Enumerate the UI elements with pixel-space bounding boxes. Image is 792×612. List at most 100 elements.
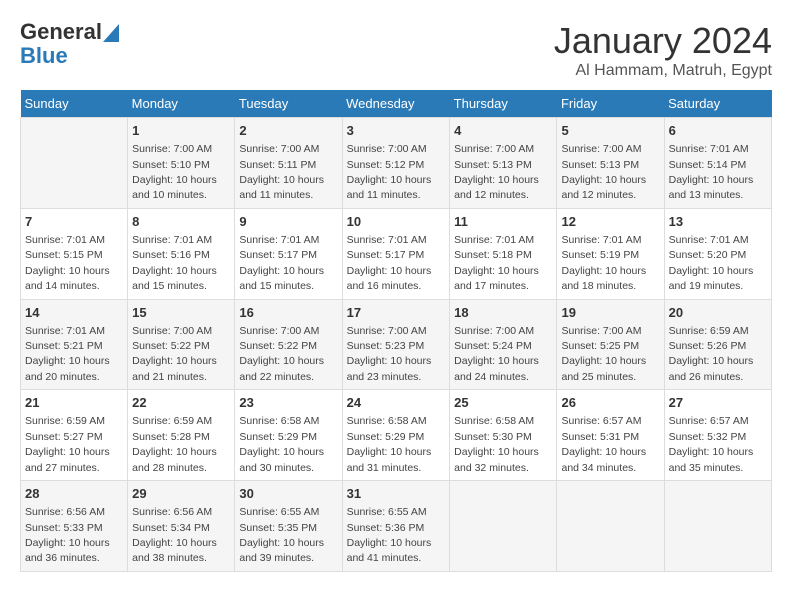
day-number: 16 — [239, 304, 337, 322]
day-number: 28 — [25, 485, 123, 503]
page-header: General Blue January 2024 Al Hammam, Mat… — [20, 20, 772, 80]
day-number: 27 — [669, 394, 767, 412]
calendar-header-row: SundayMondayTuesdayWednesdayThursdayFrid… — [21, 90, 772, 118]
calendar-cell: 30 Sunrise: 6:55 AMSunset: 5:35 PMDayligh… — [235, 481, 342, 572]
calendar-cell: 13 Sunrise: 7:01 AMSunset: 5:20 PMDayligh… — [664, 208, 771, 299]
calendar-cell: 12Sunrise: 7:01 AMSunset: 5:19 PMDayligh… — [557, 208, 664, 299]
day-info: Sunrise: 6:59 AMSunset: 5:26 PMDaylight:… — [669, 325, 754, 383]
day-info: Sunrise: 7:01 AMSunset: 5:17 PMDaylight:… — [239, 234, 324, 292]
header-sunday: Sunday — [21, 90, 128, 118]
calendar-cell — [21, 118, 128, 209]
calendar-cell: 26 Sunrise: 6:57 AMSunset: 5:31 PMDayligh… — [557, 390, 664, 481]
day-info: Sunrise: 7:00 AMSunset: 5:13 PMDaylight:… — [454, 143, 539, 201]
logo-icon — [103, 24, 119, 42]
title-block: January 2024 Al Hammam, Matruh, Egypt — [554, 20, 772, 80]
day-info: Sunrise: 7:01 AMSunset: 5:20 PMDaylight:… — [669, 234, 754, 292]
calendar-cell: 27 Sunrise: 6:57 AMSunset: 5:32 PMDayligh… — [664, 390, 771, 481]
header-friday: Friday — [557, 90, 664, 118]
day-number: 18 — [454, 304, 552, 322]
calendar-cell: 25 Sunrise: 6:58 AMSunset: 5:30 PMDayligh… — [450, 390, 557, 481]
calendar-cell: 16 Sunrise: 7:00 AMSunset: 5:22 PMDayligh… — [235, 299, 342, 390]
day-info: Sunrise: 7:01 AMSunset: 5:16 PMDaylight:… — [132, 234, 217, 292]
day-number: 13 — [669, 213, 767, 231]
logo-blue: Blue — [20, 44, 119, 68]
day-number: 14 — [25, 304, 123, 322]
header-saturday: Saturday — [664, 90, 771, 118]
day-number: 31 — [347, 485, 446, 503]
calendar-cell: 24 Sunrise: 6:58 AMSunset: 5:29 PMDayligh… — [342, 390, 450, 481]
day-info: Sunrise: 6:58 AMSunset: 5:29 PMDaylight:… — [347, 415, 432, 473]
day-info: Sunrise: 7:01 AMSunset: 5:18 PMDaylight:… — [454, 234, 539, 292]
day-number: 15 — [132, 304, 230, 322]
calendar-cell: 8 Sunrise: 7:01 AMSunset: 5:16 PMDaylight… — [128, 208, 235, 299]
calendar-cell: 6Sunrise: 7:01 AMSunset: 5:14 PMDaylight… — [664, 118, 771, 209]
day-number: 2 — [239, 122, 337, 140]
day-number: 24 — [347, 394, 446, 412]
day-info: Sunrise: 7:00 AMSunset: 5:23 PMDaylight:… — [347, 325, 432, 383]
day-number: 4 — [454, 122, 552, 140]
calendar-cell: 4 Sunrise: 7:00 AMSunset: 5:13 PMDaylight… — [450, 118, 557, 209]
calendar-cell — [664, 481, 771, 572]
calendar-cell: 2 Sunrise: 7:00 AMSunset: 5:11 PMDaylight… — [235, 118, 342, 209]
day-info: Sunrise: 6:55 AMSunset: 5:36 PMDaylight:… — [347, 506, 432, 564]
calendar-week-2: 7Sunrise: 7:01 AMSunset: 5:15 PMDaylight… — [21, 208, 772, 299]
calendar-cell: 5 Sunrise: 7:00 AMSunset: 5:13 PMDaylight… — [557, 118, 664, 209]
day-number: 11 — [454, 213, 552, 231]
location-title: Al Hammam, Matruh, Egypt — [554, 62, 772, 80]
day-number: 23 — [239, 394, 337, 412]
day-number: 21 — [25, 394, 123, 412]
day-number: 19 — [561, 304, 659, 322]
day-number: 22 — [132, 394, 230, 412]
day-number: 7 — [25, 213, 123, 231]
calendar-cell: 15 Sunrise: 7:00 AMSunset: 5:22 PMDayligh… — [128, 299, 235, 390]
calendar-cell: 9 Sunrise: 7:01 AMSunset: 5:17 PMDaylight… — [235, 208, 342, 299]
day-info: Sunrise: 7:00 AMSunset: 5:22 PMDaylight:… — [132, 325, 217, 383]
day-number: 8 — [132, 213, 230, 231]
day-number: 12 — [561, 213, 659, 231]
day-number: 20 — [669, 304, 767, 322]
day-number: 5 — [561, 122, 659, 140]
logo-general: General — [20, 20, 102, 44]
calendar-week-1: 1 Sunrise: 7:00 AMSunset: 5:10 PMDaylight… — [21, 118, 772, 209]
calendar-table: SundayMondayTuesdayWednesdayThursdayFrid… — [20, 90, 772, 572]
calendar-cell: 18Sunrise: 7:00 AMSunset: 5:24 PMDayligh… — [450, 299, 557, 390]
day-info: Sunrise: 6:58 AMSunset: 5:29 PMDaylight:… — [239, 415, 324, 473]
day-info: Sunrise: 7:00 AMSunset: 5:10 PMDaylight:… — [132, 143, 217, 201]
day-number: 10 — [347, 213, 446, 231]
calendar-cell: 7Sunrise: 7:01 AMSunset: 5:15 PMDaylight… — [21, 208, 128, 299]
day-number: 30 — [239, 485, 337, 503]
day-number: 26 — [561, 394, 659, 412]
day-number: 3 — [347, 122, 446, 140]
day-number: 17 — [347, 304, 446, 322]
day-number: 29 — [132, 485, 230, 503]
day-info: Sunrise: 7:00 AMSunset: 5:22 PMDaylight:… — [239, 325, 324, 383]
calendar-cell: 21 Sunrise: 6:59 AMSunset: 5:27 PMDayligh… — [21, 390, 128, 481]
day-info: Sunrise: 6:57 AMSunset: 5:31 PMDaylight:… — [561, 415, 646, 473]
calendar-cell: 19Sunrise: 7:00 AMSunset: 5:25 PMDayligh… — [557, 299, 664, 390]
header-thursday: Thursday — [450, 90, 557, 118]
day-number: 1 — [132, 122, 230, 140]
calendar-cell: 22 Sunrise: 6:59 AMSunset: 5:28 PMDayligh… — [128, 390, 235, 481]
calendar-week-3: 14 Sunrise: 7:01 AMSunset: 5:21 PMDayligh… — [21, 299, 772, 390]
calendar-cell: 28 Sunrise: 6:56 AMSunset: 5:33 PMDayligh… — [21, 481, 128, 572]
calendar-cell: 29Sunrise: 6:56 AMSunset: 5:34 PMDayligh… — [128, 481, 235, 572]
day-info: Sunrise: 6:58 AMSunset: 5:30 PMDaylight:… — [454, 415, 539, 473]
day-info: Sunrise: 7:01 AMSunset: 5:17 PMDaylight:… — [347, 234, 432, 292]
calendar-cell: 10 Sunrise: 7:01 AMSunset: 5:17 PMDayligh… — [342, 208, 450, 299]
calendar-week-5: 28 Sunrise: 6:56 AMSunset: 5:33 PMDayligh… — [21, 481, 772, 572]
day-info: Sunrise: 7:01 AMSunset: 5:21 PMDaylight:… — [25, 325, 110, 383]
calendar-cell: 17 Sunrise: 7:00 AMSunset: 5:23 PMDayligh… — [342, 299, 450, 390]
month-title: January 2024 — [554, 20, 772, 62]
day-info: Sunrise: 6:57 AMSunset: 5:32 PMDaylight:… — [669, 415, 754, 473]
day-info: Sunrise: 6:55 AMSunset: 5:35 PMDaylight:… — [239, 506, 324, 564]
day-number: 25 — [454, 394, 552, 412]
day-number: 9 — [239, 213, 337, 231]
day-info: Sunrise: 6:59 AMSunset: 5:27 PMDaylight:… — [25, 415, 110, 473]
day-info: Sunrise: 7:00 AMSunset: 5:11 PMDaylight:… — [239, 143, 324, 201]
header-tuesday: Tuesday — [235, 90, 342, 118]
day-info: Sunrise: 7:00 AMSunset: 5:13 PMDaylight:… — [561, 143, 646, 201]
calendar-cell: 23 Sunrise: 6:58 AMSunset: 5:29 PMDayligh… — [235, 390, 342, 481]
day-info: Sunrise: 6:56 AMSunset: 5:33 PMDaylight:… — [25, 506, 110, 564]
day-info: Sunrise: 6:59 AMSunset: 5:28 PMDaylight:… — [132, 415, 217, 473]
day-info: Sunrise: 7:01 AMSunset: 5:14 PMDaylight:… — [669, 143, 754, 201]
